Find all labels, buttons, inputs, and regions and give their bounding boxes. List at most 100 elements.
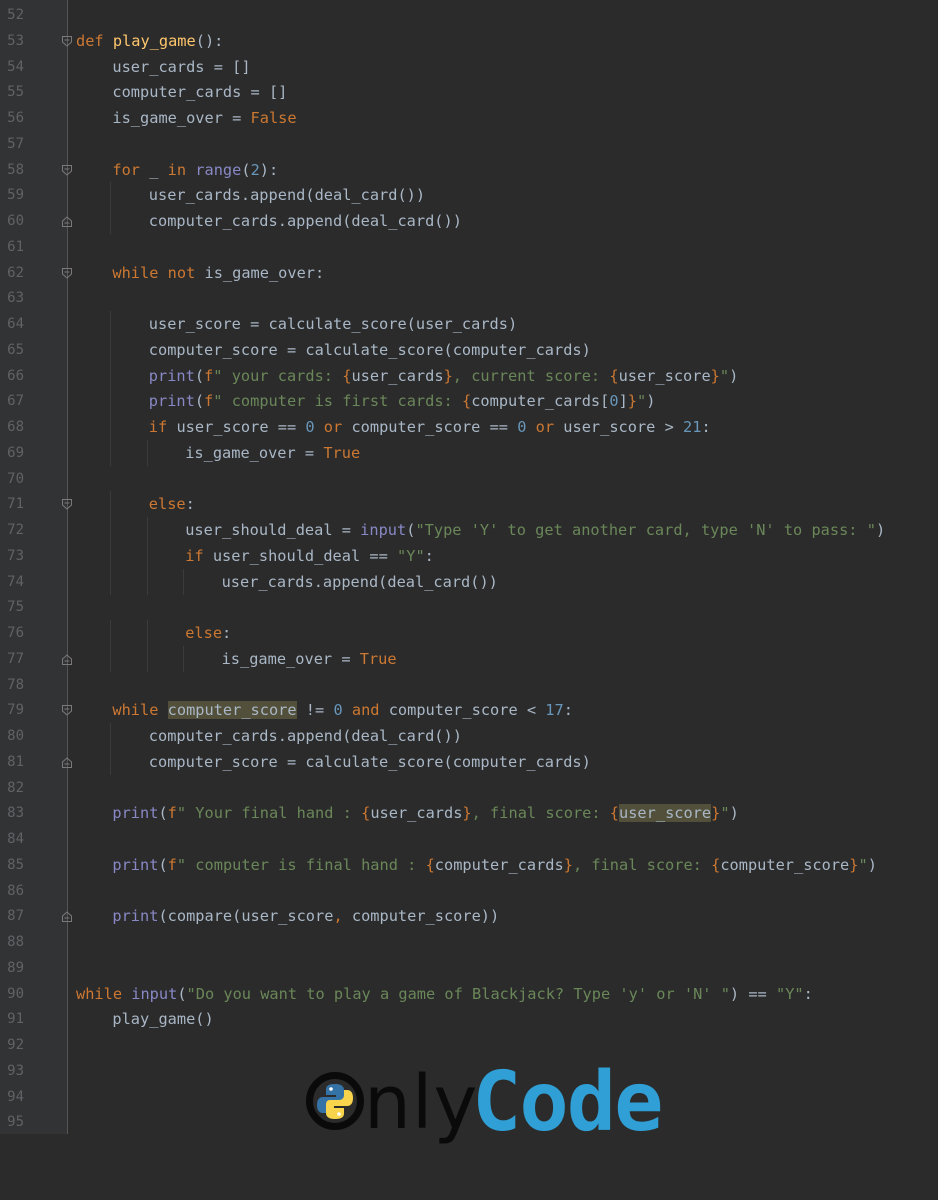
code-line[interactable]: 67 print(f" computer is first cards: {com… [0, 388, 938, 415]
code-line[interactable]: 84 [0, 826, 938, 852]
code-text: user_cards.append(deal_card()) [149, 182, 425, 208]
line-number: 69 [7, 444, 24, 461]
line-number: 79 [7, 702, 24, 719]
code-line[interactable]: 80 computer_cards.append(deal_card()) [0, 723, 938, 749]
code-line[interactable]: 79 while computer_score != 0 and computer… [0, 697, 938, 723]
code-editor[interactable]: 52 53 def play_game(): 54 user_cards = [] 55 c… [0, 0, 938, 1134]
line-number: 67 [7, 393, 24, 410]
line-number: 68 [7, 419, 24, 435]
code-line[interactable]: 87 print(compare(user_score, computer_sco… [0, 903, 938, 929]
code-line[interactable]: 73 if user_should_deal == "Y": [0, 542, 938, 569]
code-token: user_score > [563, 418, 684, 436]
code-token: print [112, 907, 159, 926]
code-line[interactable]: 76 else: [0, 620, 938, 646]
code-line[interactable]: 83 print(f" Your final hand : {user_cards… [0, 800, 938, 826]
code-token: " [858, 855, 868, 874]
line-number: 70 [7, 470, 24, 487]
code-line[interactable]: 57 [0, 131, 938, 157]
line-number: 82 [7, 779, 24, 796]
code-line[interactable]: 66 print(f" your cards: {user_cards}, cur… [0, 362, 938, 389]
code-line[interactable]: 59 user_cards.append(deal_card()) [0, 182, 938, 209]
code-line[interactable]: 82 [0, 775, 938, 801]
fold-close-icon[interactable] [62, 216, 72, 227]
code-line[interactable]: 62 while not is_game_over: [0, 260, 938, 286]
code-line[interactable]: 71 else: [0, 491, 938, 518]
code-token: ( [194, 366, 205, 385]
code-line[interactable]: 88 [0, 929, 938, 955]
code-line[interactable]: 61 [0, 234, 938, 260]
code-line[interactable]: 53 def play_game(): [0, 28, 938, 54]
code-token: print [148, 366, 195, 385]
code-token: computer_score [167, 701, 297, 720]
code-token: True [323, 443, 361, 462]
code-line[interactable]: 91 play_game() [0, 1006, 938, 1032]
code-line[interactable]: 89 [0, 955, 938, 981]
code-token: def [76, 31, 113, 50]
code-token: user_score = calculate_score(user_cards) [148, 315, 518, 333]
code-line[interactable]: 65 computer_score = calculate_score(compu… [0, 336, 938, 363]
code-line[interactable]: 70 [0, 466, 938, 492]
code-line[interactable]: 64 user_score = calculate_score(user_card… [0, 311, 938, 337]
code-line[interactable]: 72 user_should_deal = input("Type 'Y' to … [0, 517, 938, 543]
code-text: computer_cards.append(deal_card()) [149, 208, 462, 234]
code-token: (): [195, 31, 224, 50]
line-number: 92 [7, 1037, 24, 1053]
code-token: != [296, 701, 334, 720]
fold-open-icon[interactable] [62, 164, 72, 176]
code-line[interactable]: 77 is_game_over = True [0, 645, 938, 672]
code-token: " Your final hand : [176, 804, 362, 823]
code-token: ( [241, 160, 251, 179]
code-token: is_game_over = [221, 649, 360, 668]
indent-guide [146, 620, 148, 646]
line-number: 58 [7, 161, 24, 178]
indent-guide [110, 491, 112, 518]
code-text: is_game_over = False [112, 105, 296, 131]
code-line[interactable]: 55 computer_cards = [] [0, 79, 938, 105]
code-token: ): [259, 160, 279, 179]
code-text: computer_cards.append(deal_card()) [149, 723, 462, 749]
code-token: 21 [683, 418, 702, 436]
fold-close-icon[interactable] [62, 654, 72, 665]
line-number: 63 [7, 290, 24, 307]
fold-close-icon[interactable] [62, 757, 72, 768]
code-line[interactable]: 74 user_cards.append(deal_card()) [0, 568, 938, 595]
fold-open-icon[interactable] [62, 35, 72, 47]
line-number: 93 [7, 1062, 24, 1079]
code-token: : [803, 984, 813, 1003]
code-line[interactable]: 54 user_cards = [] [0, 54, 938, 80]
fold-open-icon[interactable] [62, 499, 72, 510]
code-line[interactable]: 85 print(f" computer is final hand : {com… [0, 852, 938, 878]
indent-guide [146, 439, 148, 466]
code-token: : [424, 546, 434, 565]
code-line[interactable]: 81 computer_score = calculate_score(compu… [0, 748, 938, 775]
line-number: 78 [7, 676, 24, 693]
code-token: } [563, 855, 573, 874]
code-token: ) [729, 366, 739, 385]
code-line[interactable]: 90 while input("Do you want to play a gam… [0, 981, 938, 1007]
code-line[interactable]: 86 [0, 878, 938, 904]
fold-close-icon[interactable] [62, 911, 72, 923]
code-line[interactable]: 78 [0, 672, 938, 698]
code-line[interactable]: 60 computer_cards.append(deal_card()) [0, 208, 938, 234]
fold-open-icon[interactable] [62, 705, 72, 716]
line-number: 74 [7, 573, 24, 590]
code-token: else [148, 495, 186, 514]
line-number: 84 [7, 831, 24, 847]
code-token: { [711, 855, 721, 874]
code-token: _ [149, 160, 168, 179]
code-line[interactable]: 69 is_game_over = True [0, 439, 938, 466]
code-line[interactable]: 56 is_game_over = False [0, 105, 938, 131]
code-line[interactable]: 92 [0, 1032, 938, 1058]
code-token: print [112, 855, 159, 874]
line-number: 52 [7, 7, 24, 23]
code-token: else [185, 624, 223, 642]
code-line[interactable]: 58 for _ in range(2): [0, 157, 938, 183]
line-number: 87 [7, 908, 24, 925]
code-line[interactable]: 63 [0, 285, 938, 311]
code-line[interactable]: 52 [0, 2, 938, 28]
code-token: : [701, 418, 711, 436]
code-token: True [359, 649, 397, 668]
fold-open-icon[interactable] [62, 267, 72, 279]
code-line[interactable]: 75 [0, 594, 938, 620]
code-line[interactable]: 68 if user_score == 0 or computer_score =… [0, 414, 938, 440]
